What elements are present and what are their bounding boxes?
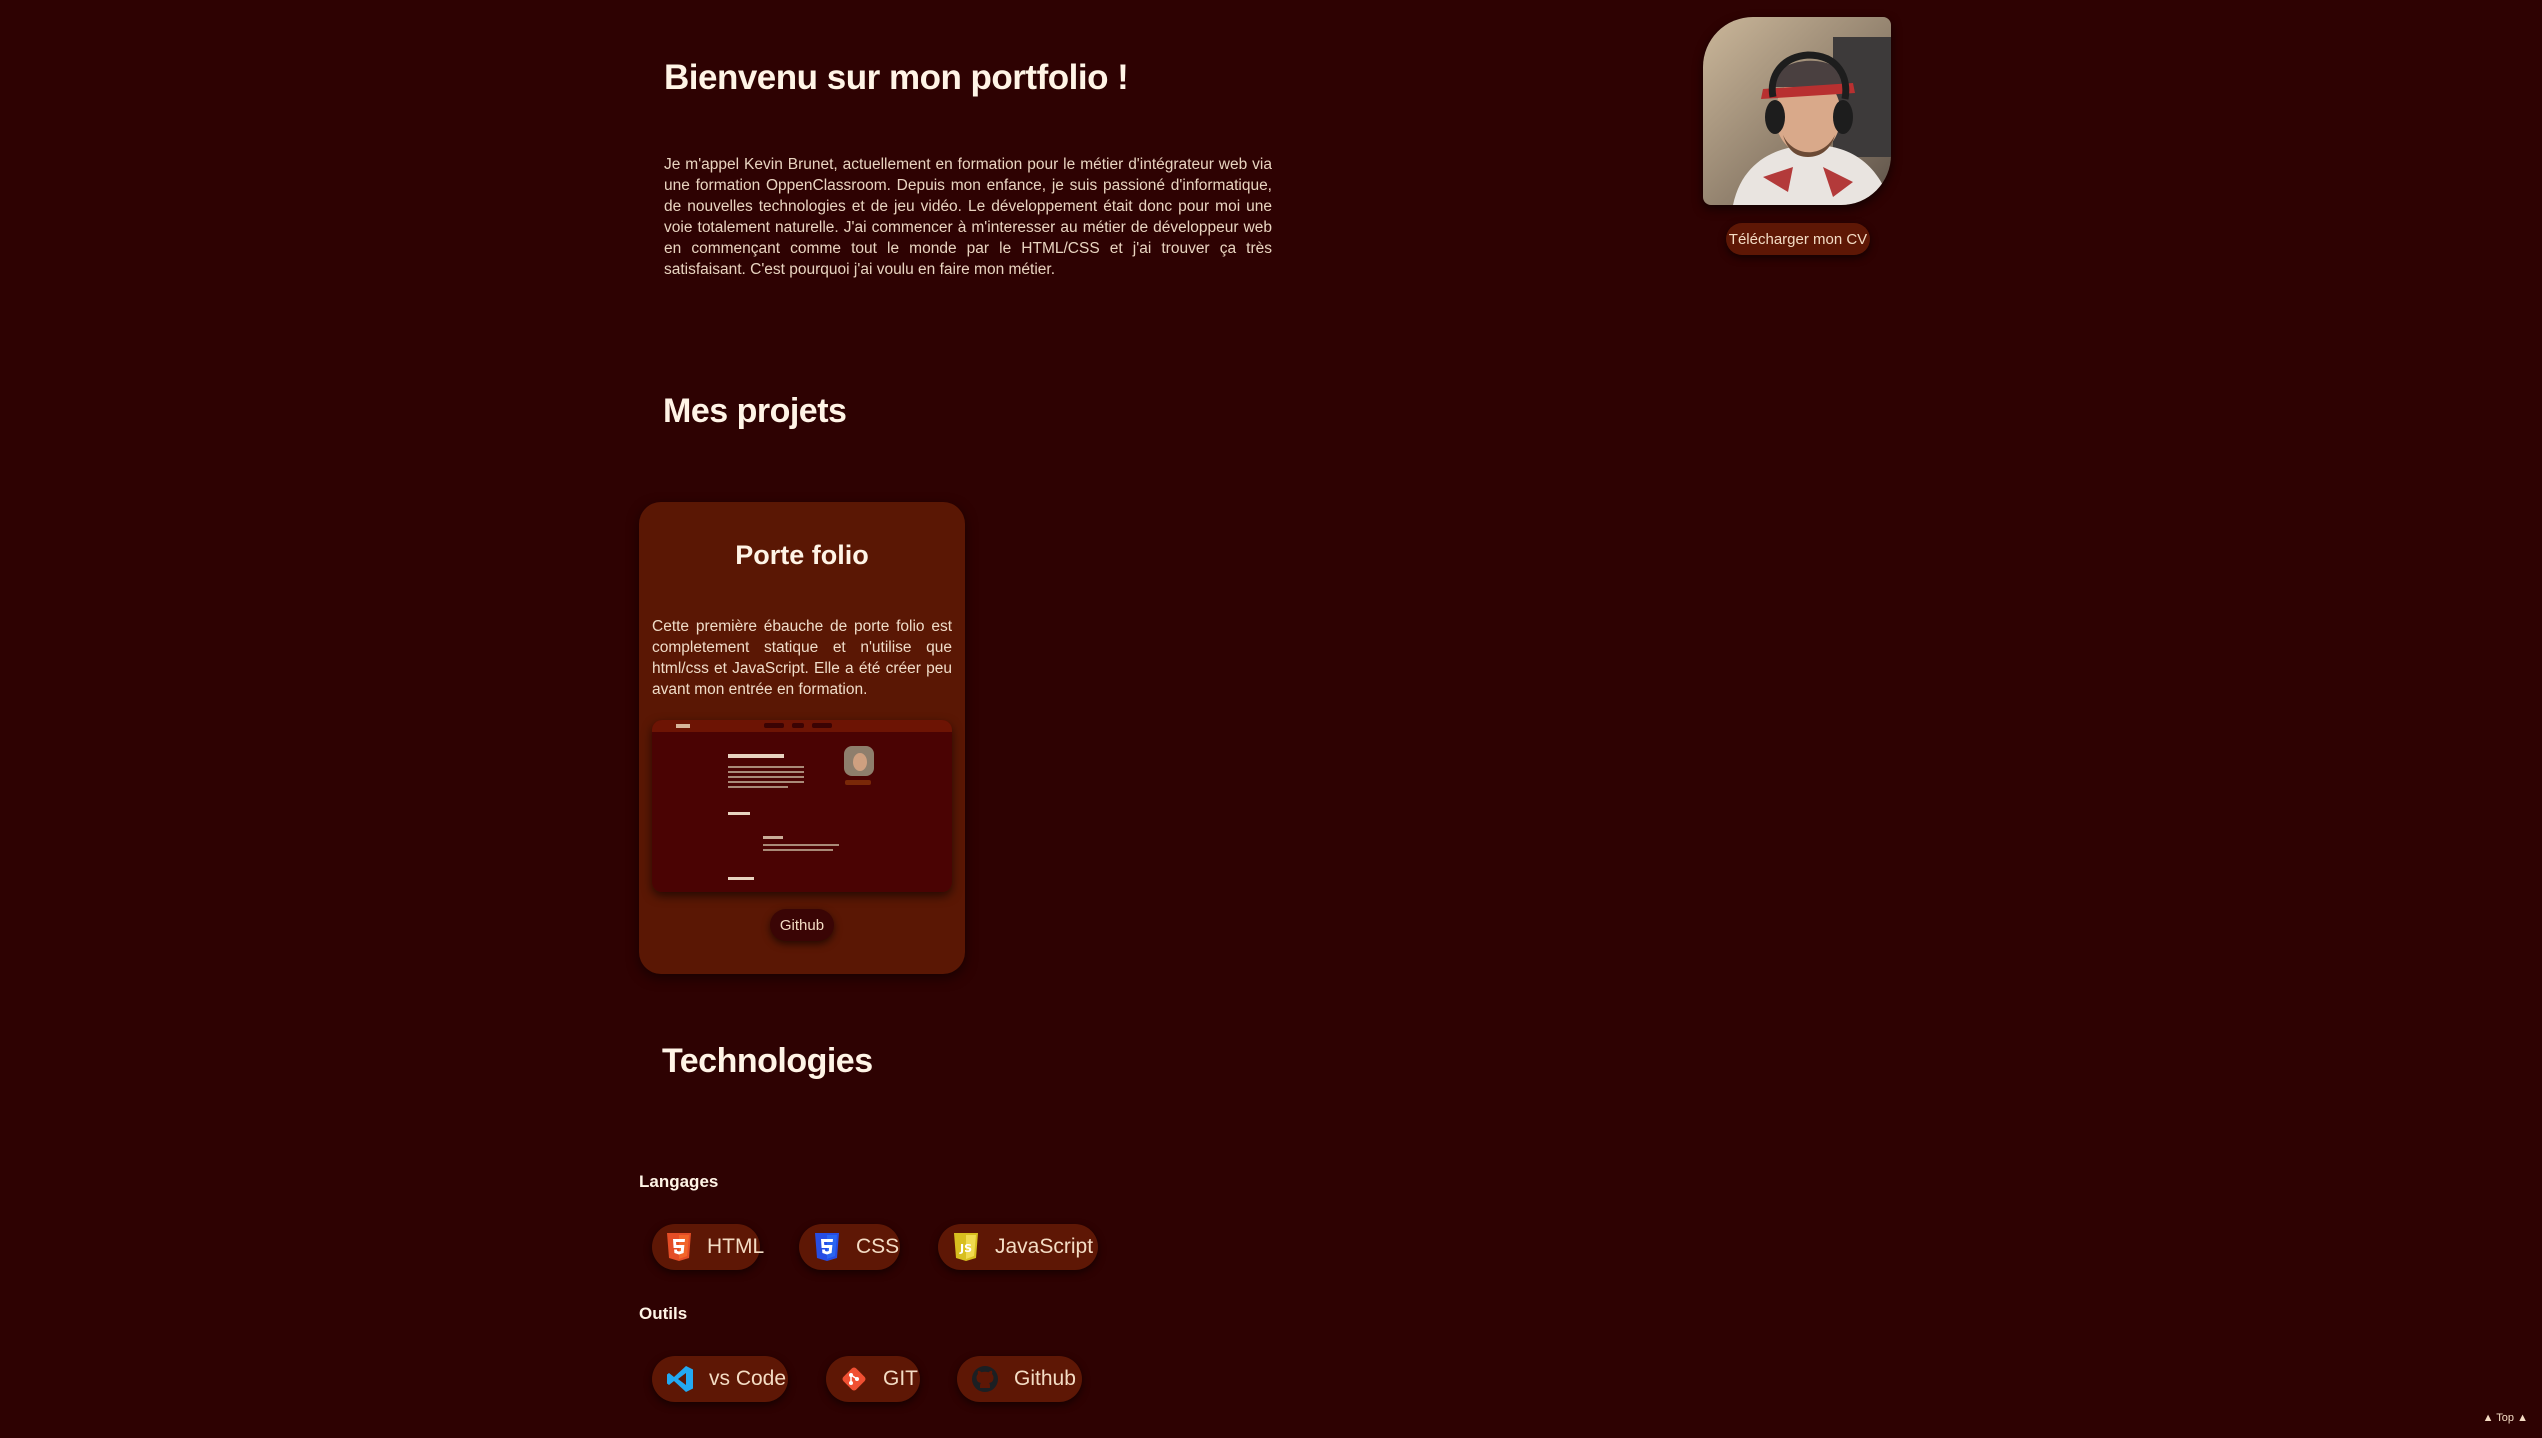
tech-css-label: CSS — [856, 1235, 900, 1258]
languages-label: Langages — [639, 1172, 719, 1191]
project-screenshot[interactable] — [652, 720, 952, 892]
project-title: Porte folio — [735, 540, 869, 570]
page-title: Bienvenu sur mon portfolio ! — [664, 58, 1129, 97]
projects-heading: Mes projets — [663, 392, 847, 430]
tech-git: GIT — [826, 1356, 920, 1402]
svg-text:JS: JS — [959, 1242, 972, 1255]
avatar-photo — [1703, 17, 1891, 205]
css3-icon — [812, 1232, 842, 1262]
tech-github: Github — [957, 1356, 1082, 1402]
tech-javascript: JS JavaScript — [938, 1224, 1098, 1270]
avatar — [1703, 17, 1891, 205]
git-icon — [839, 1364, 869, 1394]
tech-css: CSS — [799, 1224, 900, 1270]
tech-github-label: Github — [1014, 1367, 1076, 1390]
project-github-button[interactable]: Github — [770, 909, 834, 941]
project-screenshot-image — [652, 720, 952, 892]
download-cv-button[interactable]: Télécharger mon CV — [1726, 223, 1870, 255]
javascript-icon: JS — [951, 1232, 981, 1262]
tech-vscode: vs Code — [652, 1356, 788, 1402]
tech-html-label: HTML — [707, 1235, 765, 1258]
tech-html: HTML — [652, 1224, 764, 1270]
back-to-top-link[interactable]: ▲ Top ▲ — [2483, 1412, 2528, 1424]
intro-text: Je m'appel Kevin Brunet, actuellement en… — [664, 156, 1272, 278]
tech-javascript-label: JavaScript — [995, 1235, 1094, 1258]
tech-vscode-label: vs Code — [709, 1367, 787, 1390]
technologies-heading: Technologies — [662, 1042, 873, 1080]
html5-icon — [665, 1232, 693, 1262]
tools-label: Outils — [639, 1304, 688, 1323]
tech-git-label: GIT — [883, 1367, 918, 1390]
project-description: Cette première ébauche de porte folio es… — [652, 618, 952, 698]
project-card: Porte folio Cette première ébauche de po… — [639, 502, 965, 974]
vscode-icon — [665, 1364, 695, 1394]
github-icon — [970, 1364, 1000, 1394]
